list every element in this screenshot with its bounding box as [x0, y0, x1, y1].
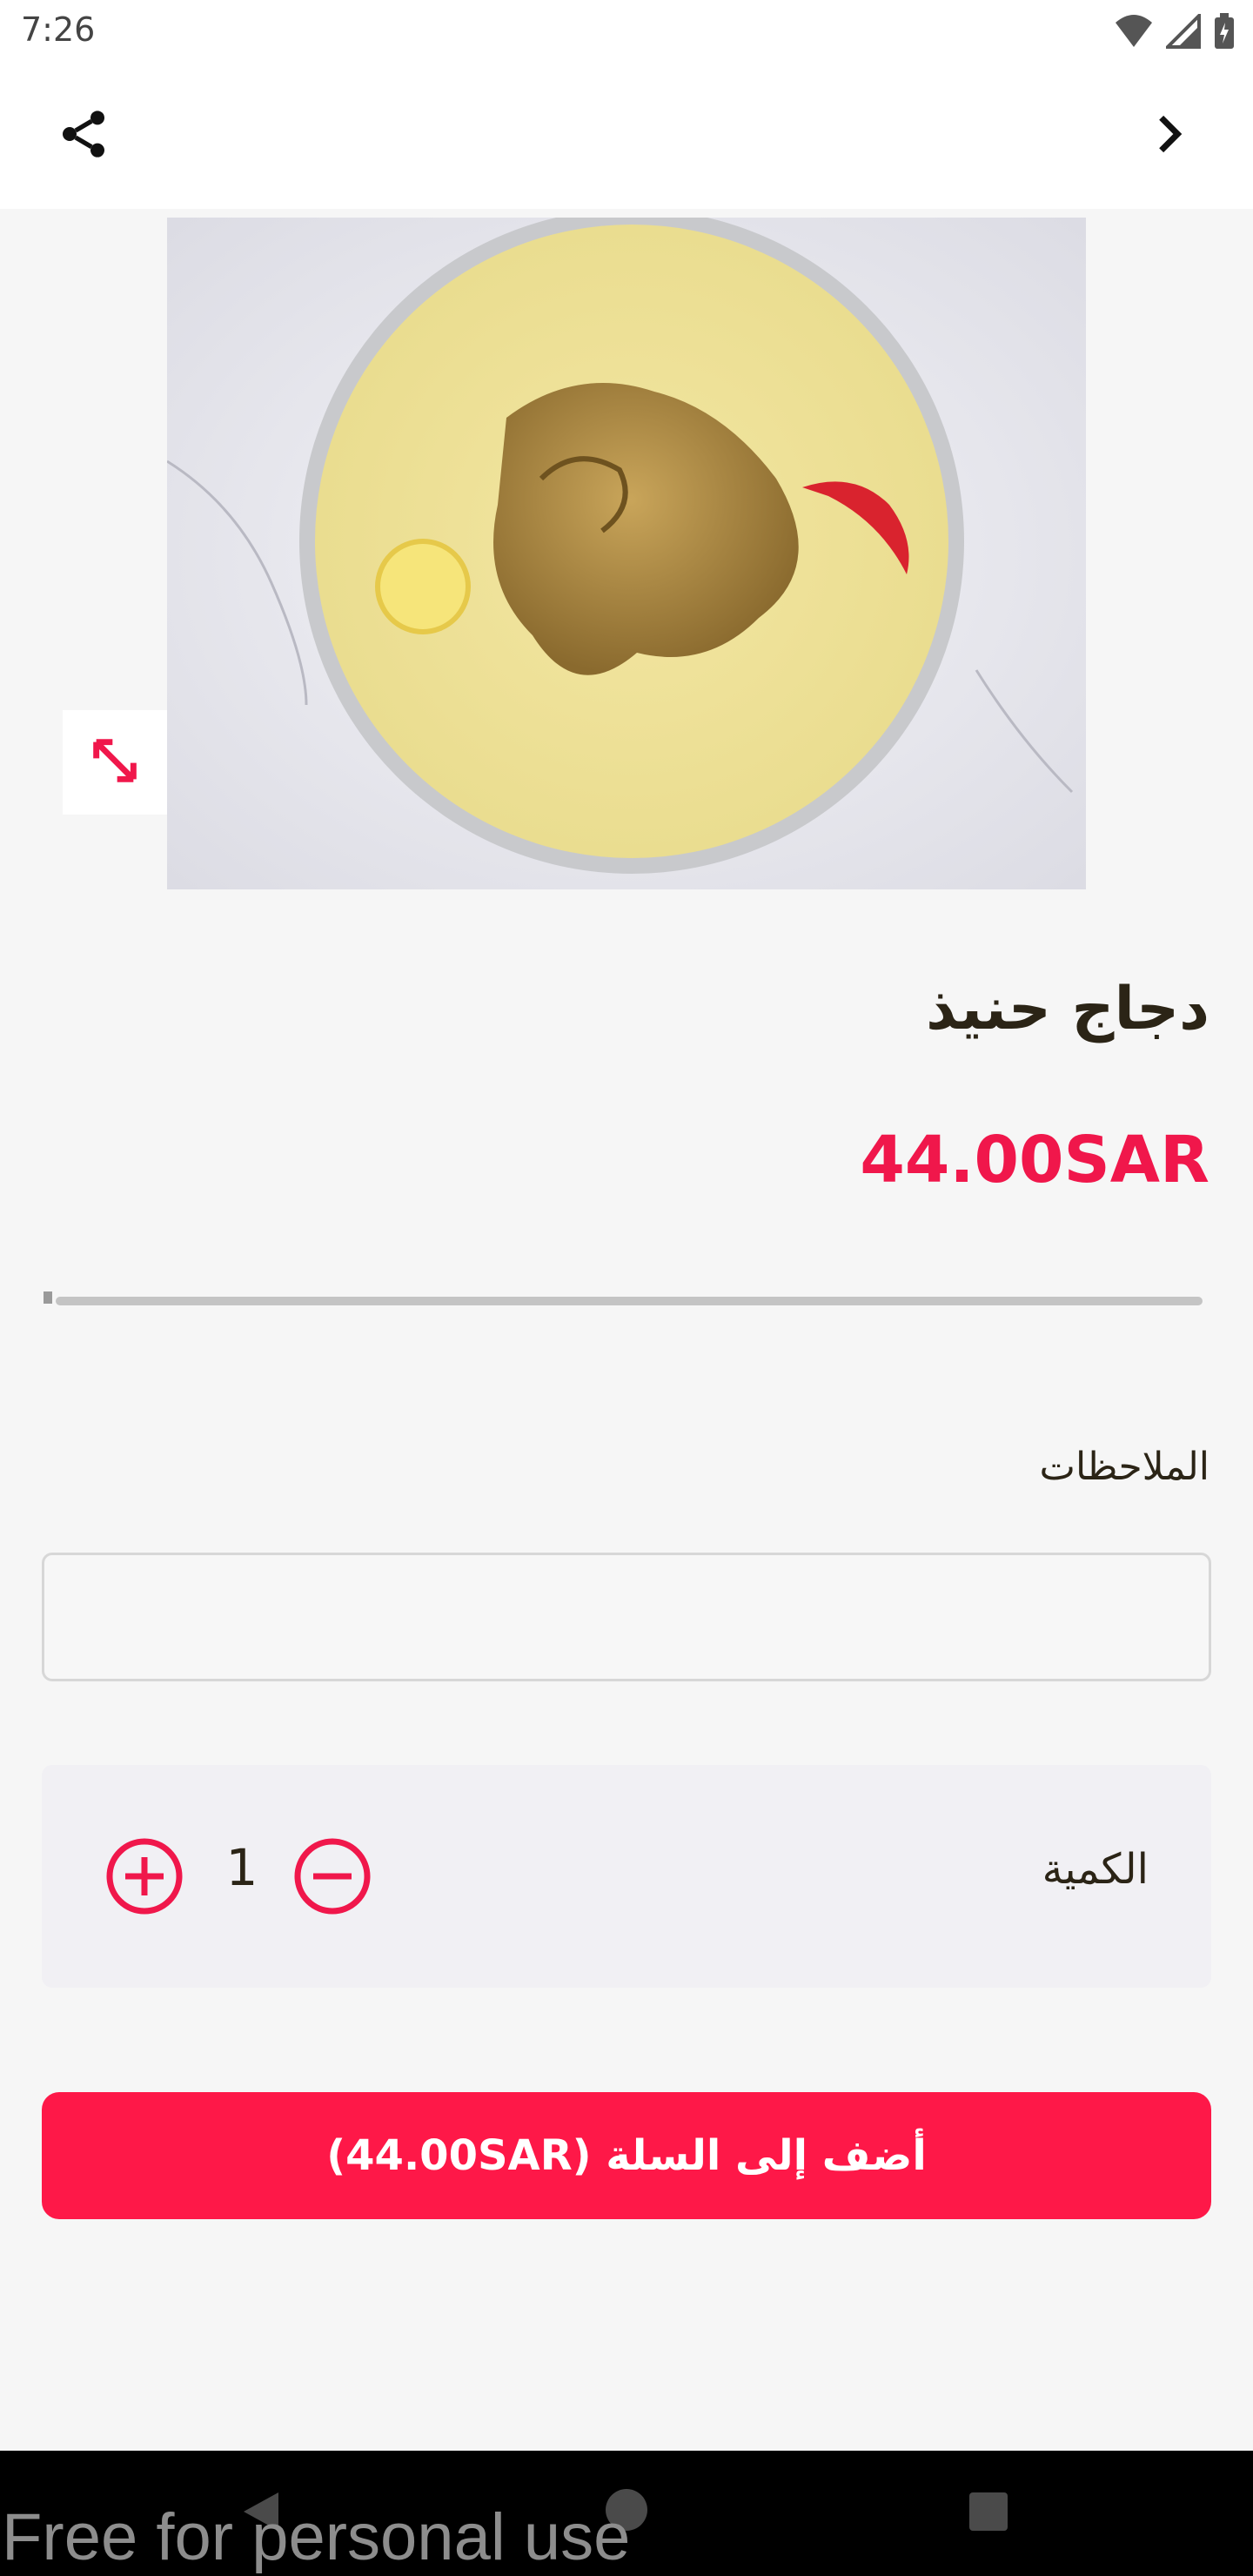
- signal-icon: [1163, 11, 1201, 52]
- status-bar: 7:26: [0, 0, 1253, 63]
- divider-marker: [44, 1291, 52, 1304]
- add-to-cart-button[interactable]: أضف إلى السلة (44.00SAR): [42, 2092, 1211, 2219]
- product-photo: [167, 218, 1086, 889]
- product-image: [167, 218, 1086, 889]
- wifi-icon: [1114, 14, 1154, 52]
- watermark-text: Free for personal use: [2, 2500, 631, 2574]
- status-time: 7:26: [21, 10, 96, 49]
- plus-circle-icon: [103, 1838, 186, 1922]
- quantity-value: 1: [225, 1838, 258, 1897]
- divider: [56, 1297, 1203, 1305]
- status-icons: [1114, 11, 1236, 54]
- recent-apps-icon[interactable]: [969, 2492, 1008, 2531]
- notes-input[interactable]: [42, 1553, 1211, 1681]
- notes-label: الملاحظات: [1039, 1445, 1209, 1489]
- share-icon: [56, 106, 111, 165]
- minus-circle-icon: [291, 1838, 374, 1922]
- quantity-increase-button[interactable]: [103, 1835, 186, 1918]
- battery-icon: [1213, 12, 1236, 54]
- expand-button[interactable]: [63, 710, 167, 815]
- quantity-decrease-button[interactable]: [291, 1835, 374, 1918]
- app-bar: [0, 63, 1253, 209]
- expand-icon: [87, 733, 143, 792]
- product-price: 44.00SAR: [860, 1123, 1209, 1197]
- next-button[interactable]: [1128, 94, 1211, 178]
- product-name: دجاج حنيذ: [926, 975, 1209, 1043]
- quantity-card: الكمية 1: [42, 1765, 1211, 1988]
- share-button[interactable]: [42, 94, 125, 178]
- quantity-label: الكمية: [1042, 1845, 1149, 1894]
- chevron-right-icon: [1145, 110, 1194, 162]
